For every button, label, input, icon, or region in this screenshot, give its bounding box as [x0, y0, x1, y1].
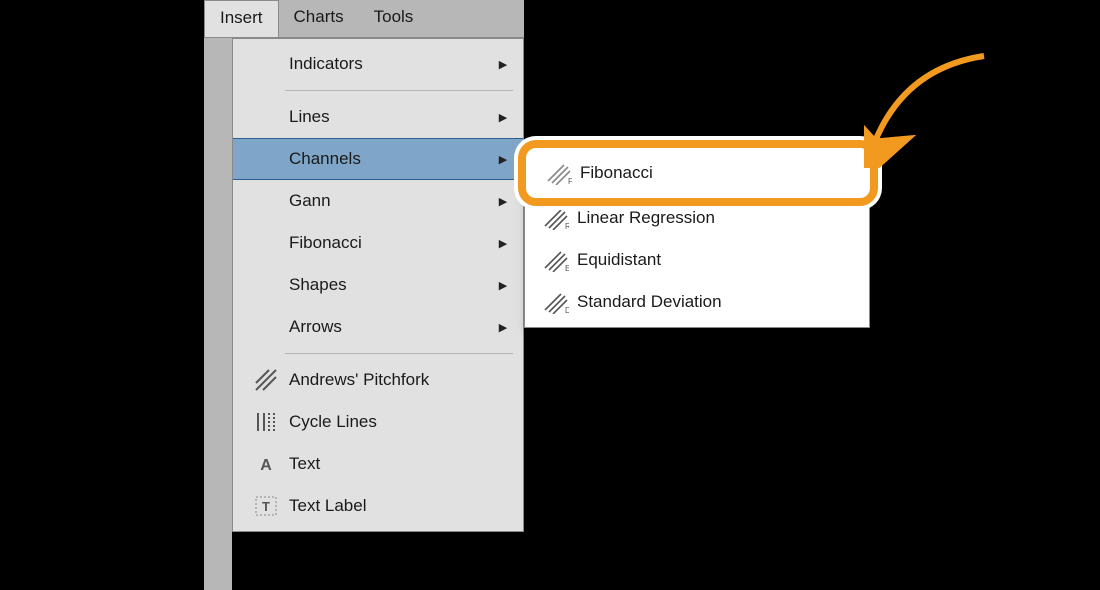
- svg-text:T: T: [262, 499, 270, 514]
- submenu-arrow-icon: ▶: [495, 153, 511, 166]
- submenu-arrow-icon: ▶: [495, 321, 511, 334]
- annotation-arrow-icon: [864, 48, 1004, 168]
- dd-fibonacci[interactable]: Fibonacci ▶: [233, 222, 523, 264]
- submenu-arrow-icon: ▶: [495, 237, 511, 250]
- dd-andrews-pitchfork[interactable]: Andrews' Pitchfork: [233, 359, 523, 401]
- submenu-label: Equidistant: [577, 250, 857, 270]
- separator: [285, 90, 513, 91]
- text-label-icon: T: [247, 494, 285, 518]
- submenu-arrow-icon: ▶: [495, 58, 511, 71]
- pitchfork-icon: [247, 368, 285, 392]
- svg-text:F: F: [568, 177, 572, 185]
- dd-lines[interactable]: Lines ▶: [233, 96, 523, 138]
- submenu-fibonacci[interactable]: Fibonacci: [580, 163, 870, 183]
- dd-shapes[interactable]: Shapes ▶: [233, 264, 523, 306]
- dd-indicators[interactable]: Indicators ▶: [233, 43, 523, 85]
- dd-label: Text Label: [285, 496, 511, 516]
- dd-text-label[interactable]: T Text Label: [233, 485, 523, 527]
- svg-text:R: R: [565, 222, 569, 230]
- dd-arrows[interactable]: Arrows ▶: [233, 306, 523, 348]
- dd-label: Indicators: [285, 54, 495, 74]
- dd-channels[interactable]: Channels ▶: [233, 138, 523, 180]
- menu-charts[interactable]: Charts: [279, 0, 359, 37]
- dd-label: Shapes: [285, 275, 495, 295]
- dd-label: Gann: [285, 191, 495, 211]
- submenu-arrow-icon: ▶: [495, 111, 511, 124]
- submenu-label: Standard Deviation: [577, 292, 857, 312]
- dd-label: Text: [285, 454, 511, 474]
- dd-label: Arrows: [285, 317, 495, 337]
- submenu-standard-deviation[interactable]: D Standard Deviation: [525, 281, 869, 323]
- svg-text:A: A: [260, 457, 272, 474]
- channel-d-icon: D: [535, 290, 577, 314]
- menu-tools[interactable]: Tools: [359, 0, 429, 37]
- channel-e-icon: E: [535, 248, 577, 272]
- menu-bar: Insert Charts Tools: [204, 0, 524, 38]
- submenu-arrow-icon: ▶: [495, 279, 511, 292]
- dd-label: Cycle Lines: [285, 412, 511, 432]
- dd-cycle-lines[interactable]: Cycle Lines: [233, 401, 523, 443]
- text-icon: A: [247, 452, 285, 476]
- cycle-lines-icon: [247, 410, 285, 434]
- menu-insert[interactable]: Insert: [204, 0, 279, 37]
- dd-text[interactable]: A Text: [233, 443, 523, 485]
- window-chrome-left: [204, 38, 232, 590]
- channel-r-icon: R: [535, 206, 577, 230]
- dd-label: Fibonacci: [285, 233, 495, 253]
- insert-dropdown: Indicators ▶ Lines ▶ Channels ▶ Gann ▶ F…: [232, 38, 524, 532]
- dd-label: Lines: [285, 107, 495, 127]
- dd-gann[interactable]: Gann ▶: [233, 180, 523, 222]
- separator: [285, 353, 513, 354]
- dd-label: Channels: [285, 149, 495, 169]
- svg-text:E: E: [565, 264, 569, 272]
- dd-label: Andrews' Pitchfork: [285, 370, 511, 390]
- submenu-arrow-icon: ▶: [495, 195, 511, 208]
- svg-text:D: D: [565, 306, 569, 314]
- highlight-ring: F Fibonacci: [518, 140, 878, 206]
- channel-f-icon: F: [538, 161, 580, 185]
- submenu-equidistant[interactable]: E Equidistant: [525, 239, 869, 281]
- app-frame: Insert Charts Tools Indicators ▶ Lines ▶…: [204, 0, 900, 590]
- submenu-label: Linear Regression: [577, 208, 857, 228]
